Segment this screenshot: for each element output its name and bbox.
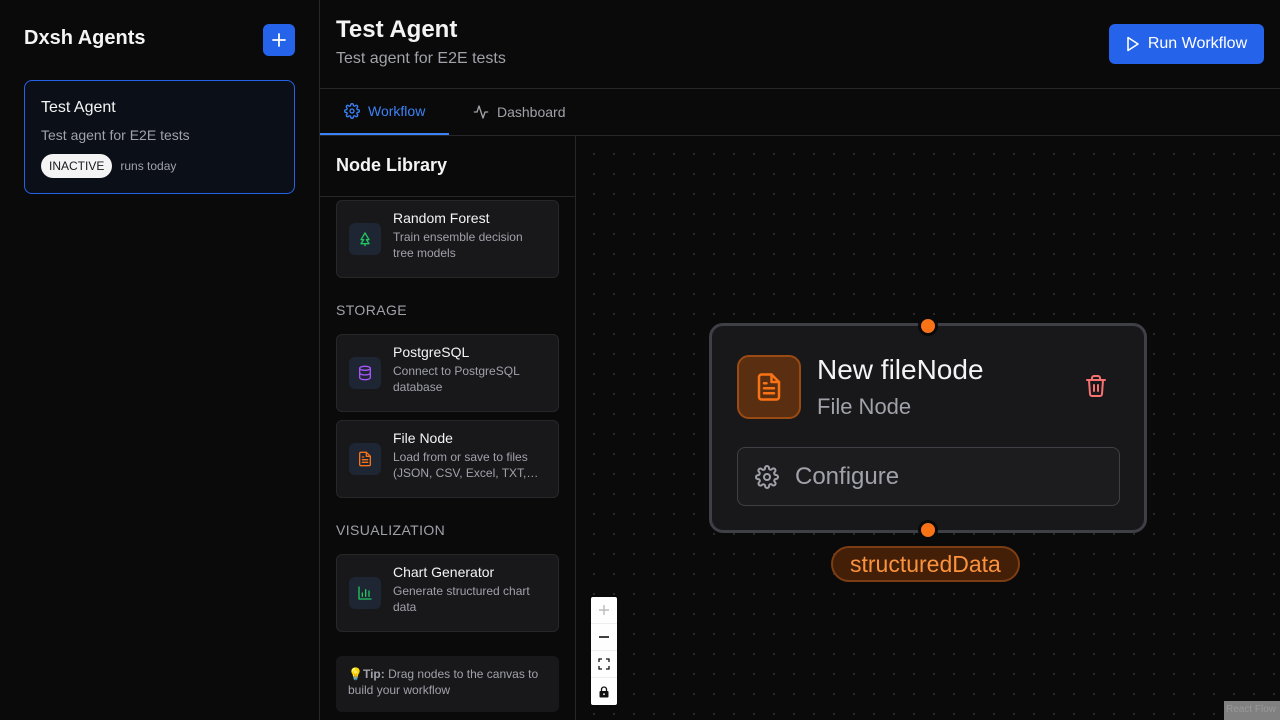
zoom-in-icon bbox=[599, 605, 609, 615]
library-item-description: Generate structured chart data bbox=[393, 584, 530, 614]
tab-workflow-label: Workflow bbox=[368, 103, 426, 119]
zoom-out-icon bbox=[599, 636, 609, 638]
runs-label: runs today bbox=[120, 159, 177, 173]
tip-label: Tip: bbox=[362, 667, 385, 681]
library-item-description: Train ensemble decision tree models bbox=[393, 230, 523, 260]
run-workflow-button[interactable]: Run Workflow bbox=[1109, 24, 1264, 64]
output-handle[interactable] bbox=[918, 520, 938, 540]
lock-button[interactable] bbox=[591, 678, 617, 705]
play-icon bbox=[1127, 36, 1139, 52]
library-item-file-node[interactable]: File Node Load from or save to files (JS… bbox=[336, 420, 559, 498]
configure-label: Configure bbox=[795, 462, 900, 490]
node-library-title: Node Library bbox=[336, 155, 448, 175]
library-item-name: Chart Generator bbox=[393, 564, 495, 580]
library-item-description: Load from or save to files (JSON, CSV, E… bbox=[393, 450, 539, 480]
tab-dashboard[interactable]: Dashboard bbox=[473, 89, 566, 135]
bar-chart-icon bbox=[349, 577, 381, 609]
status-badge: INACTIVE bbox=[41, 154, 113, 178]
react-flow-attribution[interactable]: React Flow bbox=[1224, 701, 1280, 720]
file-icon bbox=[349, 443, 381, 475]
fit-view-button[interactable] bbox=[591, 651, 617, 678]
tree-icon bbox=[349, 223, 381, 255]
zoom-in-button[interactable] bbox=[591, 597, 617, 624]
tab-workflow[interactable]: Workflow bbox=[320, 89, 449, 135]
canvas-controls bbox=[591, 597, 617, 705]
library-item-random-forest[interactable]: Random Forest Train ensemble decision tr… bbox=[336, 200, 559, 278]
plus-icon bbox=[272, 33, 286, 47]
zoom-out-button[interactable] bbox=[591, 624, 617, 651]
tab-dashboard-label: Dashboard bbox=[497, 104, 566, 120]
page-title: Test Agent bbox=[336, 16, 458, 43]
run-workflow-label: Run Workflow bbox=[1147, 35, 1248, 52]
tip-box: 💡Tip: Drag nodes to the canvas to build … bbox=[336, 656, 559, 712]
tab-bar: Workflow Dashboard bbox=[320, 89, 1280, 136]
input-handle[interactable] bbox=[918, 316, 938, 336]
node-title: New fileNode bbox=[817, 354, 984, 385]
sidebar-title: Dxsh Agents bbox=[24, 27, 146, 49]
lightbulb-icon: 💡 bbox=[348, 667, 363, 681]
fit-view-icon bbox=[598, 658, 610, 670]
gear-icon bbox=[344, 103, 360, 119]
delete-node-button[interactable] bbox=[1084, 373, 1110, 401]
add-agent-button[interactable] bbox=[263, 24, 295, 56]
gear-icon bbox=[755, 464, 779, 489]
file-icon bbox=[737, 355, 801, 419]
agents-sidebar: Dxsh Agents Test Agent Test agent for E2… bbox=[0, 0, 320, 720]
agent-card[interactable]: Test Agent Test agent for E2E tests INAC… bbox=[24, 80, 295, 194]
trash-icon bbox=[1086, 375, 1106, 397]
output-label: structuredData bbox=[831, 546, 1020, 582]
agent-description: Test agent for E2E tests bbox=[41, 127, 190, 143]
library-divider bbox=[320, 196, 575, 197]
lock-icon bbox=[599, 685, 609, 697]
library-item-description: Connect to PostgreSQL database bbox=[393, 364, 520, 394]
database-icon bbox=[349, 357, 381, 389]
library-item-postgresql[interactable]: PostgreSQL Connect to PostgreSQL databas… bbox=[336, 334, 559, 412]
configure-button[interactable]: Configure bbox=[737, 447, 1120, 506]
node-type: File Node bbox=[817, 394, 912, 419]
node-library-panel: Node Library Random Forest Train ensembl… bbox=[320, 136, 576, 720]
library-item-name: PostgreSQL bbox=[393, 344, 470, 360]
library-item-name: Random Forest bbox=[393, 210, 490, 226]
file-node[interactable]: New fileNode File Node Configure bbox=[709, 316, 1147, 540]
library-item-name: File Node bbox=[393, 430, 453, 446]
activity-icon bbox=[473, 105, 489, 119]
library-item-chart-generator[interactable]: Chart Generator Generate structured char… bbox=[336, 554, 559, 632]
page-subtitle: Test agent for E2E tests bbox=[336, 50, 506, 67]
section-visualization: VISUALIZATION bbox=[336, 522, 446, 538]
section-storage: STORAGE bbox=[336, 302, 408, 318]
agent-name: Test Agent bbox=[41, 99, 116, 116]
workflow-canvas[interactable]: New fileNode File Node Configure structu… bbox=[576, 136, 1280, 720]
